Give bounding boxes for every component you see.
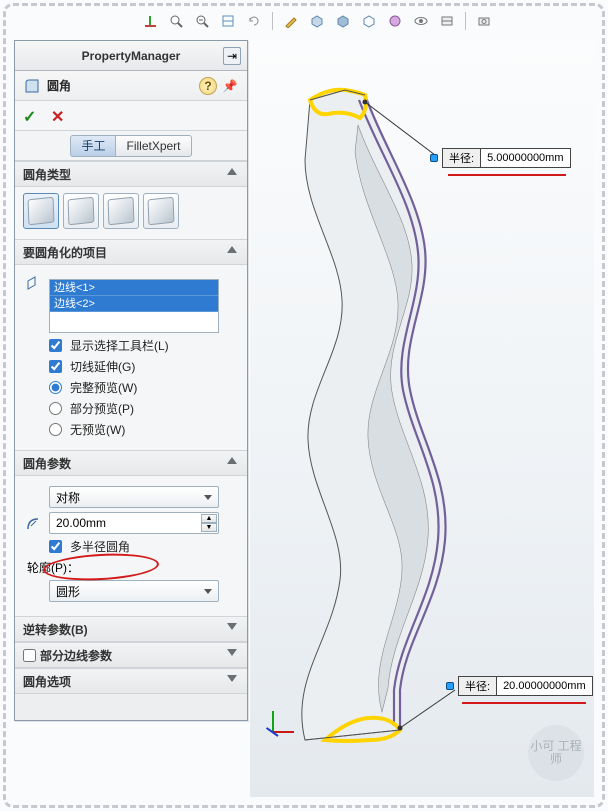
callout-value[interactable]: 20.00000000mm (497, 676, 593, 696)
radio-no-preview[interactable] (49, 423, 62, 436)
view-wire-icon[interactable] (359, 11, 379, 31)
watermark: 小可 工程师 (528, 725, 584, 781)
spin-up[interactable]: ▲ (201, 514, 217, 523)
help-icon[interactable]: ? (199, 77, 217, 95)
selection-list[interactable]: 边线<1> 边线<2> (49, 279, 219, 333)
graphics-viewport[interactable]: 半径: 5.00000000mm 半径: 20.00000000mm 小可 工程… (250, 40, 594, 797)
keep-visible-icon[interactable]: 📌 (221, 77, 239, 95)
mode-tabs: 手工 FilletXpert (15, 131, 247, 161)
section-icon[interactable] (218, 11, 238, 31)
annotation-underline (448, 174, 566, 176)
radius-callout-2[interactable]: 半径: 20.00000000mm (446, 676, 593, 696)
edit-sketch-icon[interactable] (281, 11, 301, 31)
profile-label: 轮廓(P)： (27, 559, 239, 576)
pm-header: PropertyManager ⇥ (15, 41, 247, 71)
selection-item[interactable]: 边线<2> (50, 296, 218, 312)
fillet-icon (23, 77, 41, 95)
fillet-type-variable[interactable] (63, 193, 99, 229)
edge-select-icon (23, 275, 45, 293)
callout-label: 半径: (442, 148, 481, 168)
section-reverse[interactable]: 逆转参数(B) (15, 616, 247, 642)
fillet-type-constant[interactable] (23, 193, 59, 229)
spin-down[interactable]: ▼ (201, 523, 217, 532)
cancel-button[interactable]: ✕ (51, 107, 69, 125)
appearance-icon[interactable] (385, 11, 405, 31)
view-iso-icon[interactable] (307, 11, 327, 31)
tab-manual[interactable]: 手工 (70, 135, 115, 157)
radius-callout-1[interactable]: 半径: 5.00000000mm (430, 148, 571, 168)
scene-icon[interactable] (437, 11, 457, 31)
radius-icon (23, 514, 45, 532)
property-manager-panel: PropertyManager ⇥ 圆角 ? 📌 ✓ ✕ 手工 FilletXp… (14, 40, 248, 721)
pm-title: PropertyManager (82, 49, 181, 63)
checkbox-partial-edge[interactable] (23, 649, 36, 662)
ok-cancel-row: ✓ ✕ (15, 101, 247, 131)
radius-input[interactable]: 20.00mm ▲▼ (49, 512, 219, 534)
callout-handle-icon[interactable] (446, 682, 454, 690)
section-items[interactable]: 要圆角化的项目 (15, 239, 247, 265)
callout-label: 半径: (458, 676, 497, 696)
profile-dropdown[interactable]: 圆形 (49, 580, 219, 602)
ok-button[interactable]: ✓ (23, 107, 41, 125)
callout-handle-icon[interactable] (430, 154, 438, 162)
toolbar-separator (272, 12, 273, 30)
symmetry-dropdown[interactable]: 对称 (49, 486, 219, 508)
radio-partial-preview[interactable] (49, 402, 62, 415)
pin-icon[interactable]: ⇥ (223, 47, 241, 65)
view-shaded-icon[interactable] (333, 11, 353, 31)
section-partial-edge[interactable]: 部分边线参数 (15, 642, 247, 668)
fillet-type-full-round[interactable] (143, 193, 179, 229)
section-options[interactable]: 圆角选项 (15, 668, 247, 694)
tab-filletxpert[interactable]: FilletXpert (115, 135, 191, 157)
hide-show-icon[interactable] (411, 11, 431, 31)
selection-item[interactable]: 边线<1> (50, 280, 218, 296)
checkbox-tangent[interactable] (49, 360, 62, 373)
snapshot-icon[interactable] (474, 11, 494, 31)
zoom-fit-icon[interactable] (166, 11, 186, 31)
toolbar-separator (465, 12, 466, 30)
checkbox-show-toolbar[interactable] (49, 339, 62, 352)
section-fillet-params[interactable]: 圆角参数 (15, 450, 247, 476)
fillet-type-face[interactable] (103, 193, 139, 229)
section-fillet-type[interactable]: 圆角类型 (15, 161, 247, 187)
feature-name: 圆角 (47, 77, 71, 94)
annotation-underline (462, 702, 586, 704)
view-triad-icon[interactable] (260, 707, 290, 737)
feature-title-row: 圆角 ? 📌 (15, 71, 247, 101)
rotate-icon[interactable] (244, 11, 264, 31)
checkbox-multi-radius[interactable] (49, 540, 62, 553)
zoom-area-icon[interactable] (192, 11, 212, 31)
view-toolbar (140, 10, 494, 32)
callout-value[interactable]: 5.00000000mm (481, 148, 570, 168)
axis-icon[interactable] (140, 11, 160, 31)
fillet-type-buttons (23, 193, 239, 229)
radio-full-preview[interactable] (49, 381, 62, 394)
